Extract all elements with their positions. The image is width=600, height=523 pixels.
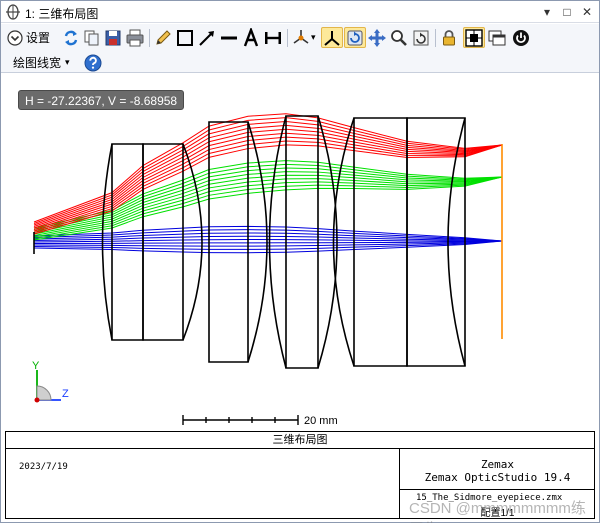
line-width-caret: ▾: [65, 57, 70, 67]
product-name: Zemax OpticStudio 19.4: [424, 471, 571, 484]
magnifier-icon: [389, 28, 409, 48]
layout-window: 1: 三维布局图 ▾ □ ✕ 设置 ▾ 绘图线宽 ▾ Y Z 20 mm H =…: [0, 0, 600, 523]
zoom-button[interactable]: [389, 27, 409, 48]
axis-y-label: Y: [32, 360, 40, 372]
lock-icon: [439, 28, 459, 48]
rotate-dropdown-caret: ▾: [311, 32, 316, 42]
window-title: 1: 三维布局图: [25, 7, 99, 21]
rotate-view-button[interactable]: ▾: [291, 27, 316, 48]
line-width-label: 绘图线宽: [13, 56, 62, 70]
fit-window-button[interactable]: [463, 27, 485, 48]
arrow-icon: [197, 28, 217, 48]
scale-bar-label: 20 mm: [304, 415, 338, 427]
rotate-icon: [345, 28, 365, 48]
text-a-icon: [241, 27, 261, 48]
help-button[interactable]: [83, 52, 103, 73]
power-icon: [511, 28, 531, 48]
save-icon: [103, 28, 123, 48]
line-icon: [219, 28, 239, 48]
scale-bar: [182, 415, 299, 425]
reset-view-button[interactable]: [411, 27, 431, 48]
plot-date: 2023/7/19: [19, 462, 68, 472]
windows-button[interactable]: [487, 27, 507, 48]
plot-caption: 三维布局图: [6, 432, 594, 449]
close-button[interactable]: ✕: [579, 4, 595, 20]
toolbar: 设置 ▾: [1, 24, 599, 51]
copy-button[interactable]: [82, 27, 102, 48]
lens-element-3: [208, 121, 249, 363]
axes-icon: [322, 28, 342, 48]
line-tool[interactable]: [219, 27, 239, 48]
pan-button[interactable]: [367, 27, 387, 48]
axis-triad: Y Z: [32, 360, 69, 403]
pencil-icon: [153, 28, 173, 48]
lens-element-1-curve: [101, 143, 113, 341]
settings-button[interactable]: 设置: [7, 27, 50, 48]
axes-rotate-icon: [291, 28, 311, 48]
printer-icon: [125, 28, 145, 48]
chevron-down-circle-icon: [7, 29, 23, 46]
dimension-icon: [263, 28, 283, 48]
maximize-button[interactable]: □: [559, 4, 575, 20]
pencil-tool[interactable]: [153, 27, 173, 48]
settings-label: 设置: [26, 31, 51, 45]
axis-z-label: Z: [62, 388, 69, 400]
lens-element-4-curve: [268, 115, 287, 369]
save-button[interactable]: [103, 27, 123, 48]
title-bar: 1: 三维布局图 ▾ □ ✕: [1, 1, 599, 23]
copy-icon: [82, 28, 102, 48]
dimension-tool[interactable]: [263, 27, 283, 48]
lens-element-4: [285, 115, 319, 369]
refresh-button[interactable]: [61, 27, 81, 48]
reset-view-icon: [411, 28, 431, 48]
text-tool[interactable]: [241, 27, 261, 48]
lens-app-icon: [5, 4, 21, 20]
power-button[interactable]: [511, 27, 531, 48]
window-menu-button[interactable]: ▾: [539, 4, 555, 20]
lens-element-1: [111, 143, 144, 341]
rectangle-icon: [175, 28, 195, 48]
move-arrows-icon: [367, 28, 387, 48]
layout-canvas[interactable]: Y Z 20 mm H = -27.22367, V = -8.68958: [1, 74, 599, 431]
axes-view-button[interactable]: [321, 27, 343, 48]
line-width-dropdown[interactable]: 绘图线宽 ▾: [13, 52, 70, 73]
rotate-button[interactable]: [344, 27, 366, 48]
secondary-toolbar: 绘图线宽 ▾: [1, 51, 599, 73]
help-icon: [83, 53, 103, 73]
windows-icon: [487, 28, 507, 48]
arrow-tool[interactable]: [197, 27, 217, 48]
rectangle-tool[interactable]: [175, 27, 195, 48]
cursor-readout: H = -27.22367, V = -8.68958: [18, 90, 185, 110]
watermark: CSDN @mmmmmmmm练习生: [409, 500, 586, 523]
print-button[interactable]: [125, 27, 145, 48]
lens-element-3-curve: [247, 121, 268, 363]
fit-window-icon: [464, 28, 484, 48]
ray-traces: [33, 113, 503, 254]
lock-button[interactable]: [439, 27, 459, 48]
refresh-icon: [61, 28, 81, 48]
optical-layout: Y Z 20 mm: [32, 113, 503, 427]
brand-name: Zemax: [480, 458, 515, 471]
